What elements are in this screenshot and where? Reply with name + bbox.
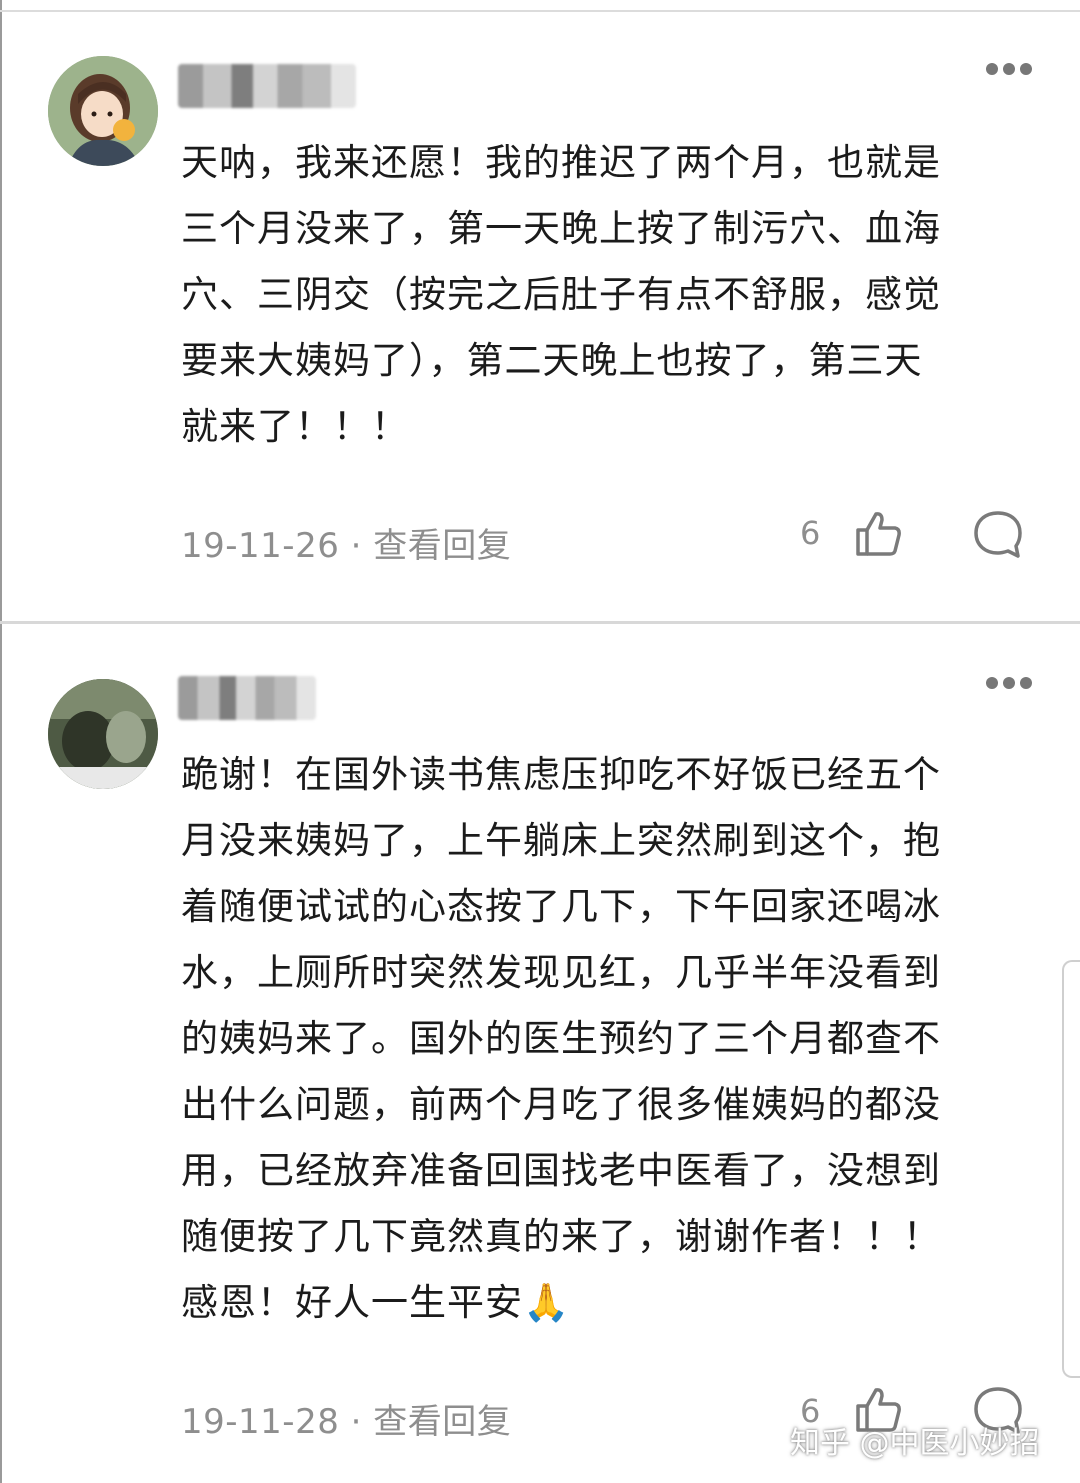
comment-item: 跪谢！在国外读书焦虑压抑吃不好饭已经五个 月没来姨妈了，上午躺床上突然刷到这个，… (0, 624, 1080, 1483)
like-count: 6 (800, 514, 821, 552)
comment-meta[interactable]: 19-11-28 · 查看回复 (181, 1394, 511, 1443)
comment-meta[interactable]: 19-11-26 · 查看回复 (181, 518, 511, 567)
username-blurred[interactable] (178, 64, 356, 108)
more-options-icon[interactable] (986, 676, 1032, 690)
watermark: 知乎 @中医小妙招 (790, 1426, 1040, 1461)
avatar[interactable] (48, 56, 158, 166)
comment-item: 天呐，我来还愿！我的推迟了两个月，也就是 三个月没来了，第一天晚上按了制污穴、血… (0, 0, 1080, 621)
thumbs-up-icon[interactable] (852, 508, 904, 560)
comment-text: 天呐，我来还愿！我的推迟了两个月，也就是 三个月没来了，第一天晚上按了制污穴、血… (181, 141, 941, 448)
avatar-illustration-icon (48, 56, 158, 166)
avatar[interactable] (48, 679, 158, 789)
comment-text: 跪谢！在国外读书焦虑压抑吃不好饭已经五个 月没来姨妈了，上午躺床上突然刷到这个，… (181, 753, 941, 1324)
scrollbar[interactable] (1062, 960, 1080, 1378)
avatar-photo-icon (48, 679, 158, 789)
more-options-icon[interactable] (986, 62, 1032, 76)
comment-bubble-icon[interactable] (972, 508, 1024, 560)
username-blurred[interactable] (178, 676, 316, 720)
